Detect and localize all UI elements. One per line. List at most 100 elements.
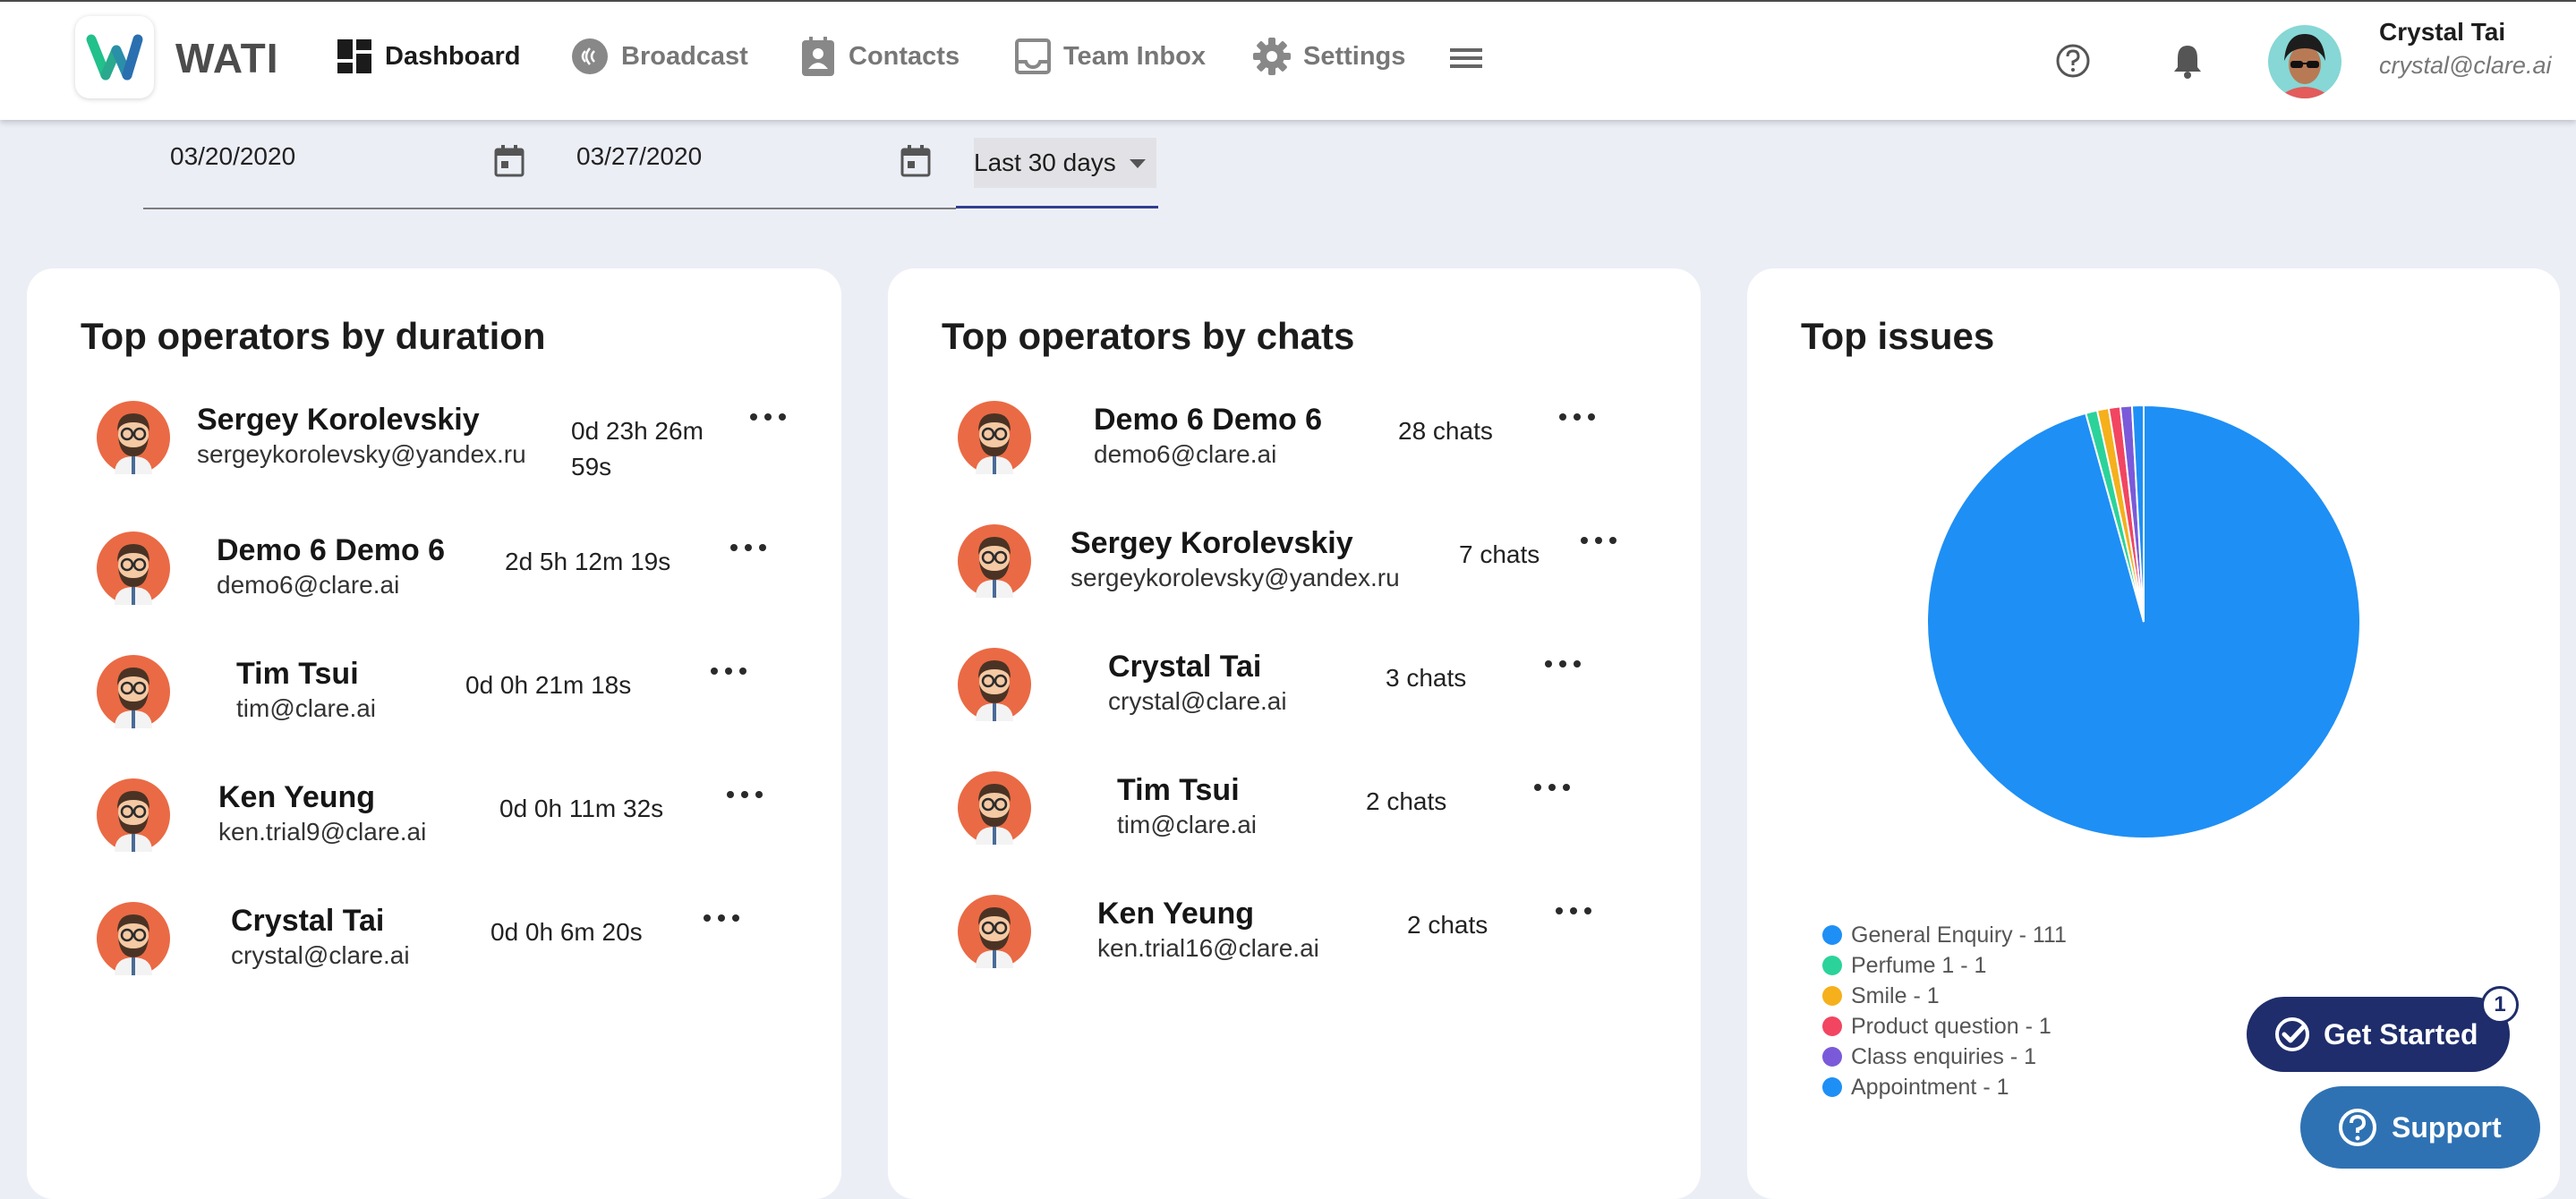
support-button[interactable]: Support: [2300, 1086, 2540, 1169]
legend-dot: [1822, 1047, 1842, 1067]
legend-item[interactable]: General Enquiry - 111: [1822, 920, 2067, 950]
broadcast-icon: [572, 38, 608, 74]
hamburger-icon[interactable]: [1450, 45, 1482, 72]
notification-badge: 1: [2481, 986, 2519, 1024]
operator-avatar: [97, 778, 170, 852]
nav-dashboard[interactable]: Dashboard: [337, 32, 520, 81]
top-nav-bar: WATI Dashboard Broadcast Contacts Team I…: [0, 0, 2576, 120]
legend-label: Product question - 1: [1851, 1013, 2051, 1039]
gear-icon: [1253, 38, 1291, 75]
start-date-input[interactable]: [168, 141, 440, 172]
chevron-down-icon: [1130, 159, 1146, 168]
operator-email: crystal@clare.ai: [231, 941, 410, 969]
nav-settings[interactable]: Settings: [1253, 32, 1405, 81]
operator-row: Sergey Korolevskiy sergeykorolevsky@yand…: [888, 524, 1701, 632]
end-date-input[interactable]: [575, 141, 847, 172]
operator-avatar: [97, 655, 170, 728]
operator-name: Crystal Tai: [231, 904, 385, 938]
dashboard-icon: [337, 39, 371, 73]
legend-item[interactable]: Product question - 1: [1822, 1011, 2067, 1042]
operator-duration: 0d 0h 21m 18s: [465, 671, 632, 699]
operator-avatar: [97, 902, 170, 975]
operator-email: tim@clare.ai: [236, 694, 377, 722]
get-started-button[interactable]: Get Started: [2247, 997, 2510, 1072]
legend-label: Appointment - 1: [1851, 1074, 2009, 1100]
more-options-icon[interactable]: [1559, 410, 1595, 424]
operator-chat-count: 2 chats: [1366, 787, 1447, 815]
inbox-icon: [1015, 38, 1051, 74]
legend-label: Smile - 1: [1851, 982, 1940, 1008]
operator-duration: 2d 5h 12m 19s: [505, 548, 671, 575]
operator-chat-count: 2 chats: [1407, 911, 1488, 939]
operator-avatar: [97, 531, 170, 605]
help-circle-icon: [2339, 1109, 2376, 1146]
range-select[interactable]: Last 30 days: [974, 138, 1156, 188]
operator-email: sergeykorolevsky@yandex.ru: [197, 440, 526, 468]
operator-name: Demo 6 Demo 6: [217, 533, 446, 567]
operator-name: Tim Tsui: [236, 657, 359, 691]
legend-item[interactable]: Perfume 1 - 1: [1822, 950, 2067, 981]
wati-logo-icon[interactable]: [75, 16, 154, 98]
more-options-icon[interactable]: [1581, 533, 1616, 548]
calendar-icon[interactable]: [900, 145, 931, 177]
check-circle-icon: [2275, 1017, 2309, 1051]
operator-email: demo6@clare.ai: [217, 571, 400, 599]
more-options-icon[interactable]: [1534, 780, 1570, 795]
more-options-icon[interactable]: [711, 664, 746, 678]
more-options-icon[interactable]: [1556, 904, 1591, 918]
user-avatar[interactable]: [2268, 25, 2341, 98]
calendar-icon[interactable]: [494, 145, 525, 177]
operator-row: Ken Yeung ken.trial9@clare.ai 0d 0h 11m …: [27, 778, 841, 886]
issues-pie-chart[interactable]: [1924, 403, 2363, 841]
operator-email: sergeykorolevsky@yandex.ru: [1070, 564, 1400, 591]
nav-dashboard-label: Dashboard: [385, 41, 521, 71]
operator-duration: 0d 0h 6m 20s: [490, 918, 643, 946]
help-circle-icon[interactable]: [2055, 43, 2091, 79]
operator-name: Ken Yeung: [218, 780, 376, 814]
operator-name: Crystal Tai: [1108, 650, 1262, 684]
legend-dot: [1822, 956, 1842, 975]
more-options-icon[interactable]: [750, 410, 786, 424]
nav-broadcast-label: Broadcast: [621, 41, 748, 71]
operator-name: Tim Tsui: [1117, 773, 1240, 807]
nav-team-inbox-label: Team Inbox: [1063, 41, 1206, 71]
bell-icon[interactable]: [2171, 43, 2204, 79]
chart-legend: General Enquiry - 111 Perfume 1 - 1 Smil…: [1822, 920, 2067, 1102]
card-top-operators-duration: Top operators by duration Sergey Korolev…: [27, 268, 841, 1199]
operator-name: Ken Yeung: [1097, 897, 1255, 931]
more-options-icon[interactable]: [704, 911, 739, 925]
more-options-icon[interactable]: [1545, 657, 1581, 671]
operator-row: Demo 6 Demo 6 demo6@clare.ai 28 chats: [888, 401, 1701, 508]
user-name[interactable]: Crystal Tai: [2379, 18, 2505, 47]
operator-row: Crystal Tai crystal@clare.ai 0d 0h 6m 20…: [27, 902, 841, 1009]
operator-row: Tim Tsui tim@clare.ai 0d 0h 21m 18s: [27, 655, 841, 762]
operator-avatar: [958, 524, 1031, 598]
app-name: WATI: [175, 35, 279, 81]
operator-row: Sergey Korolevskiy sergeykorolevsky@yand…: [27, 401, 841, 508]
more-options-icon[interactable]: [730, 540, 766, 555]
operator-row: Crystal Tai crystal@clare.ai 3 chats: [888, 648, 1701, 755]
legend-label: Class enquiries - 1: [1851, 1043, 2037, 1069]
nav-broadcast[interactable]: Broadcast: [571, 32, 748, 81]
legend-item[interactable]: Appointment - 1: [1822, 1072, 2067, 1102]
operator-name: Sergey Korolevskiy: [197, 403, 480, 437]
operator-avatar: [958, 771, 1031, 845]
operator-email: ken.trial16@clare.ai: [1097, 934, 1319, 962]
operator-name: Demo 6 Demo 6: [1094, 403, 1323, 437]
more-options-icon[interactable]: [727, 787, 763, 802]
legend-item[interactable]: Smile - 1: [1822, 981, 2067, 1011]
range-select-underline: [956, 206, 1158, 208]
nav-contacts[interactable]: Contacts: [800, 32, 960, 81]
legend-label: Perfume 1 - 1: [1851, 952, 1987, 978]
duration-line-2: 59s: [571, 453, 612, 480]
operator-email: crystal@clare.ai: [1108, 687, 1287, 715]
operator-email: tim@clare.ai: [1117, 811, 1258, 838]
operator-row: Tim Tsui tim@clare.ai 2 chats: [888, 771, 1701, 879]
legend-item[interactable]: Class enquiries - 1: [1822, 1042, 2067, 1072]
operator-chat-count: 7 chats: [1459, 540, 1540, 568]
card-top-operators-chats: Top operators by chats Demo 6 Demo 6 dem…: [888, 268, 1701, 1199]
support-label: Support: [2392, 1110, 2502, 1144]
nav-team-inbox[interactable]: Team Inbox: [1015, 32, 1206, 81]
date-range-picker: [143, 129, 956, 209]
operator-row: Demo 6 Demo 6 demo6@clare.ai 2d 5h 12m 1…: [27, 531, 841, 639]
